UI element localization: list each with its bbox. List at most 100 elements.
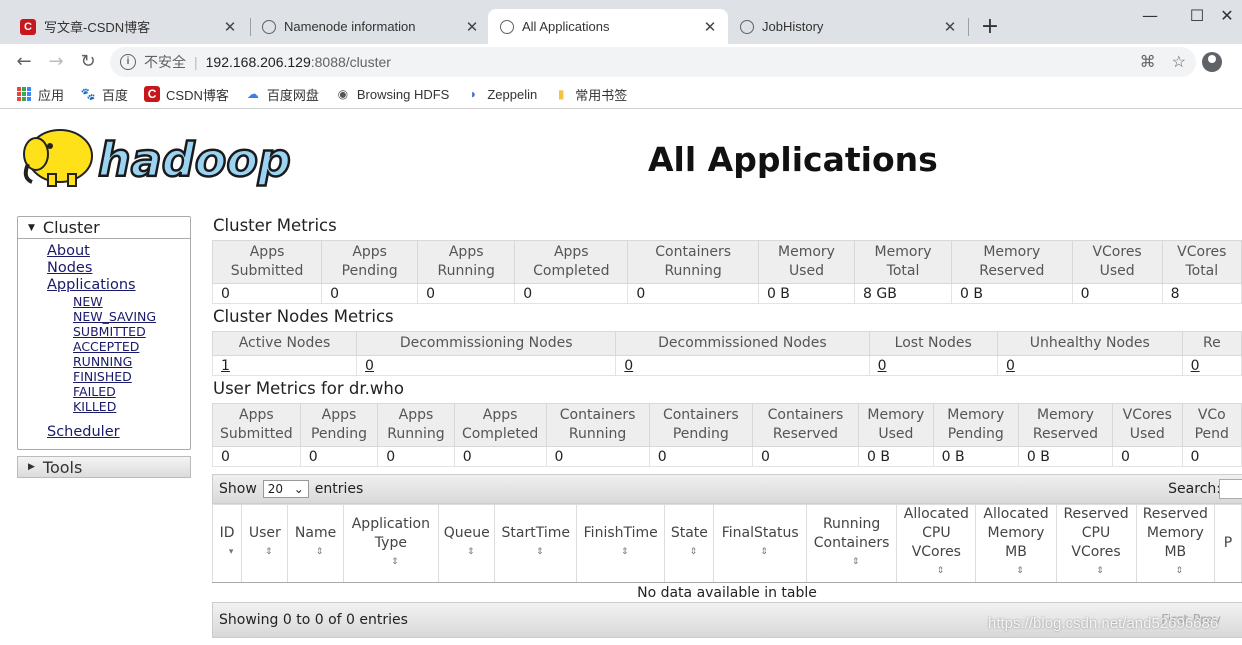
column-header[interactable]: Reserved CPU VCores ⇕ [1055, 504, 1137, 583]
metric-value[interactable]: 0 [356, 355, 617, 376]
column-header[interactable]: FinishTime ⇕ [576, 504, 666, 583]
csdn-icon: C [20, 18, 36, 35]
sidebar-link-about[interactable]: About [47, 243, 190, 260]
forward-arrow-icon[interactable]: → [44, 50, 68, 74]
metric-header: Containers Running [545, 403, 650, 447]
metric-header-line: Total [886, 263, 920, 279]
tab-csdn[interactable]: C 写文章-CSDN博客 ✕ [8, 9, 248, 44]
star-icon[interactable]: ☆ [1172, 52, 1186, 72]
bookmark-csdn[interactable]: C CSDN博客 [144, 85, 229, 104]
metric-value[interactable]: 1 [211, 355, 358, 376]
app-state-list: NEW NEW_SAVING SUBMITTED ACCEPTED RUNNIN… [47, 294, 190, 414]
metric-header-line: Memory [778, 244, 835, 260]
maximize-icon[interactable]: ☐ [1187, 6, 1207, 25]
column-header[interactable]: Allocated CPU VCores ⇕ [896, 504, 977, 583]
close-window-icon[interactable]: ✕ [1217, 6, 1237, 25]
sidebar-link-state[interactable]: ACCEPTED [73, 339, 190, 354]
tab-namenode[interactable]: Namenode information ✕ [250, 9, 490, 44]
column-header[interactable]: Application Type ⇕ [342, 504, 440, 583]
metric-value[interactable]: 0 [996, 355, 1183, 376]
metric-value-link[interactable]: 0 [365, 358, 374, 374]
metric-header-line: Re [1202, 335, 1221, 351]
metric-value: 0 [545, 446, 650, 467]
close-icon[interactable]: ✕ [942, 18, 958, 36]
close-icon[interactable]: ✕ [222, 18, 238, 36]
hadoop-logo[interactable]: hadoop [20, 120, 320, 192]
sort-icon: ⇕ [936, 566, 945, 576]
metric-value[interactable]: 0 [615, 355, 870, 376]
profile-avatar-icon[interactable] [1202, 52, 1222, 72]
sidebar-link-scheduler[interactable]: Scheduler [47, 424, 190, 441]
metric-header-line: Running [664, 263, 722, 279]
metric-header: Memory Reserved [1017, 403, 1114, 447]
metric-header: Decommissioned Nodes [615, 331, 870, 356]
column-header[interactable]: Running Containers ⇕ [806, 504, 898, 583]
tab-all-applications[interactable]: All Applications ✕ [488, 9, 728, 44]
metric-header-line: Decommissioning Nodes [399, 335, 573, 351]
sort-icon: ⇕ [1175, 566, 1184, 576]
sidebar-link-applications[interactable]: Applications [47, 277, 190, 294]
cluster-nodes-metrics-table: Active Nodes Decommissioning Nodes Decommi… [211, 331, 1242, 376]
column-header[interactable]: User ⇕ [241, 504, 289, 583]
cluster-nav-header[interactable]: ▼ Cluster [18, 217, 190, 239]
metric-header-line: Containers [767, 407, 844, 423]
column-header[interactable]: Allocated Memory MB ⇕ [975, 504, 1057, 583]
column-header[interactable]: Name ⇕ [287, 504, 344, 583]
bookmark-apps[interactable]: 应用 [16, 85, 64, 104]
bookmark-baidu-pan[interactable]: ☁ 百度网盘 [245, 85, 319, 104]
bookmark-zeppelin[interactable]: ◗ Zeppelin [465, 86, 538, 102]
bookmark-browsing-hdfs[interactable]: ◉ Browsing HDFS [335, 86, 450, 102]
sort-icon: ⇕ [315, 547, 324, 557]
sidebar-link-state[interactable]: NEW_SAVING [73, 309, 190, 324]
metric-header: Memory Used [858, 403, 934, 447]
sidebar-link-nodes[interactable]: Nodes [47, 260, 190, 277]
sidebar-link-state[interactable]: RUNNING [73, 354, 190, 369]
metric-value-link[interactable]: 0 [878, 358, 887, 374]
tab-jobhistory[interactable]: JobHistory ✕ [728, 9, 968, 44]
close-icon[interactable]: ✕ [702, 18, 718, 36]
cluster-label: Cluster [42, 218, 100, 237]
reload-icon[interactable]: ↻ [76, 50, 100, 74]
column-header[interactable]: Queue ⇕ [437, 504, 496, 583]
metric-value-link[interactable]: 0 [1006, 358, 1015, 374]
metric-header: Decommissioning Nodes [356, 331, 617, 356]
sidebar-link-state[interactable]: NEW [73, 294, 190, 309]
sidebar-link-state[interactable]: SUBMITTED [73, 324, 190, 339]
translate-icon[interactable]: ⌘ [1140, 52, 1156, 72]
metric-header-line: VCores [1122, 407, 1172, 423]
metric-header-line: Pending [341, 263, 398, 279]
entries-select[interactable]: 20 ⌄ [262, 480, 309, 498]
bookmark-folder[interactable]: ▮ 常用书签 [553, 85, 627, 104]
metric-value-link[interactable]: 0 [624, 358, 633, 374]
column-header[interactable]: ID ▾ [211, 504, 243, 583]
column-header[interactable]: State ⇕ [664, 504, 715, 583]
bookmark-baidu[interactable]: 🐾 百度 [80, 85, 129, 104]
sidebar-link-state[interactable]: FAILED [73, 384, 190, 399]
column-header[interactable]: StartTime ⇕ [494, 504, 578, 583]
minimize-icon[interactable]: — [1140, 6, 1160, 25]
new-tab-button[interactable]: + [978, 14, 1002, 39]
tools-nav-header[interactable]: ▶ Tools [17, 456, 191, 478]
page-title: All Applications [648, 140, 938, 179]
close-icon[interactable]: ✕ [464, 18, 480, 36]
info-icon[interactable]: i [120, 54, 136, 70]
metric-value-link[interactable]: 1 [221, 358, 230, 374]
metric-header: Re [1181, 331, 1242, 356]
metric-value[interactable]: 0 [1181, 355, 1242, 376]
metric-value-link[interactable]: 0 [1191, 358, 1200, 374]
globe-icon [500, 19, 514, 34]
tab-divider [968, 18, 969, 36]
column-header[interactable]: FinalStatus ⇕ [713, 504, 808, 583]
sidebar-link-state[interactable]: KILLED [73, 399, 190, 414]
column-header[interactable]: P [1214, 504, 1242, 583]
back-arrow-icon[interactable]: ← [12, 50, 36, 74]
address-bar[interactable]: i 不安全 | 192.168.206.129 :8088/cluster ⌘ … [110, 47, 1196, 77]
column-header-line: State [670, 525, 708, 541]
applications-table: ID ▾ User ⇕ Name ⇕ Application Type ⇕ Queue ⇕ Start… [211, 504, 1242, 604]
sidebar-link-state[interactable]: FINISHED [73, 369, 190, 384]
metric-value: 0 [453, 446, 547, 467]
column-header-line: CPU [922, 525, 951, 541]
search-input[interactable] [1219, 479, 1242, 499]
column-header[interactable]: Reserved Memory MB ⇕ [1135, 504, 1216, 583]
metric-value[interactable]: 0 [868, 355, 998, 376]
